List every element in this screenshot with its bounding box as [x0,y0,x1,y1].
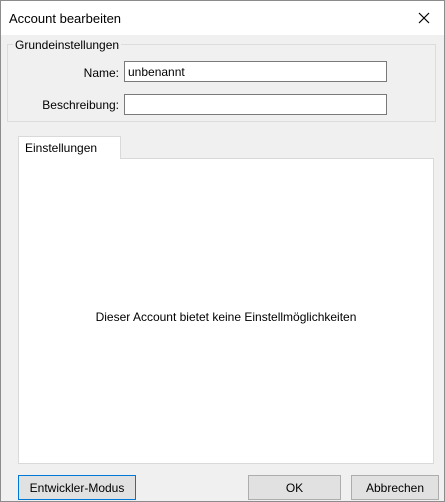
tab-settings[interactable]: Einstellungen [18,136,121,159]
description-field[interactable] [124,94,387,115]
dialog-window: Account bearbeiten Grundeinstellungen Na… [0,0,445,502]
cancel-label: Abbrechen [365,480,425,495]
no-settings-message: Dieser Account bietet keine Einstellmögl… [95,310,357,324]
developer-mode-label: Entwickler-Modus [29,480,125,495]
name-label: Name: [83,66,119,80]
title-bar: Account bearbeiten [1,1,444,35]
close-button[interactable] [404,1,444,35]
developer-mode-button[interactable]: Entwickler-Modus [18,475,136,500]
ok-label: OK [285,480,304,495]
close-icon [418,12,430,24]
window-title: Account bearbeiten [9,11,122,26]
description-label: Beschreibung: [42,98,119,112]
ok-button[interactable]: OK [248,475,341,500]
name-field[interactable] [124,61,387,82]
cancel-button[interactable]: Abbrechen [351,475,439,500]
basic-settings-legend: Grundeinstellungen [13,38,122,52]
settings-tab-panel: Dieser Account bietet keine Einstellmögl… [18,158,434,464]
tab-settings-label: Einstellungen [25,141,98,155]
